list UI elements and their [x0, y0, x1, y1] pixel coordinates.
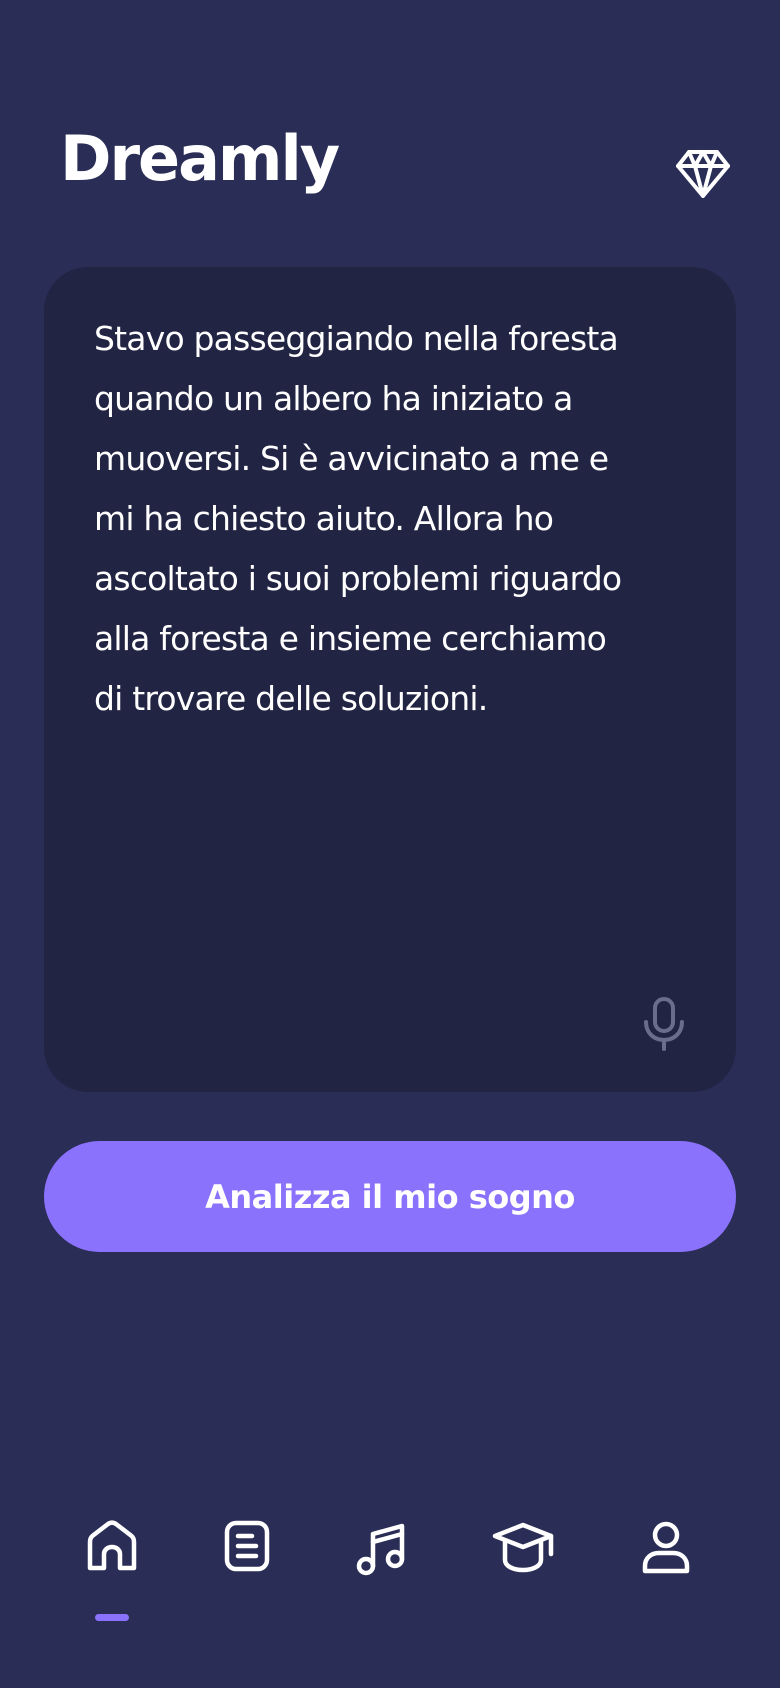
microphone-icon: [644, 997, 684, 1051]
nav-item-learn[interactable]: [483, 1520, 563, 1610]
nav-item-profile[interactable]: [626, 1520, 706, 1610]
home-icon: [87, 1520, 137, 1571]
music-note-icon: [356, 1523, 405, 1576]
document-icon: [224, 1520, 270, 1572]
analyze-dream-label: Analizza il mio sogno: [205, 1177, 575, 1216]
analyze-dream-button[interactable]: Analizza il mio sogno: [44, 1141, 736, 1252]
dream-input-card[interactable]: Stavo passeggiando nella foresta quando …: [44, 267, 736, 1092]
app-title: Dreamly: [60, 122, 340, 195]
nav-item-home[interactable]: [72, 1520, 152, 1610]
user-icon: [642, 1521, 690, 1574]
microphone-button[interactable]: [634, 991, 694, 1057]
nav-active-indicator: [95, 1614, 129, 1621]
graduation-cap-icon: [492, 1522, 554, 1573]
dream-text[interactable]: Stavo passeggiando nella foresta quando …: [94, 309, 694, 729]
nav-item-journal[interactable]: [207, 1520, 287, 1610]
diamond-icon: [676, 150, 730, 198]
bottom-navigation: [0, 1520, 780, 1630]
nav-item-music[interactable]: [341, 1520, 421, 1610]
premium-button[interactable]: [672, 146, 734, 202]
